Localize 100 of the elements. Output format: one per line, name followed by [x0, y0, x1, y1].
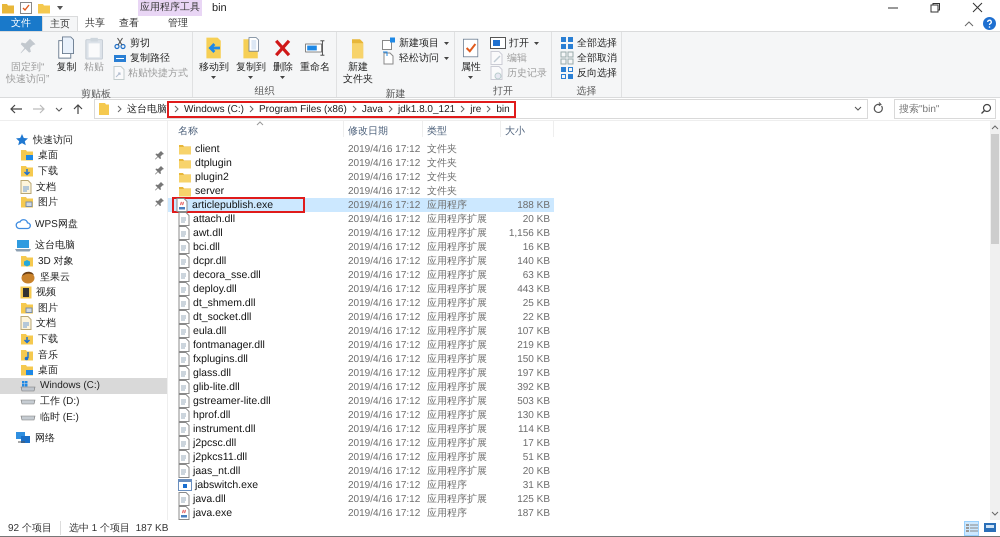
file-name[interactable]: attach.dll [193, 213, 236, 225]
file-row[interactable]: java.exe 2019/4/16 17:12 应用程序 187 KB [168, 506, 554, 520]
up-icon[interactable] [71, 103, 85, 115]
ribbon-button[interactable]: 复制路径 [112, 51, 188, 65]
file-row[interactable]: instrument.dll 2019/4/16 17:12 应用程序扩展 114 KB [168, 422, 554, 436]
ribbon-button[interactable]: 反向选择 [560, 66, 617, 80]
ribbon-button[interactable]: 轻松访问 [382, 51, 450, 65]
ribbon-tab[interactable]: 文件 [0, 16, 42, 31]
file-name[interactable]: jaas_nt.dll [193, 465, 240, 477]
sidebar-item[interactable]: 文档 [0, 316, 167, 332]
breadcrumb[interactable]: jdk1.8.0_121 [398, 104, 456, 114]
ribbon-button[interactable]: 全部选择 [560, 36, 617, 50]
selected-row[interactable]: articlepublish.exe 2019/4/16 17:12 应用程序 188 KB [168, 198, 554, 212]
ribbon-button[interactable]: 移动到 [196, 35, 231, 84]
view-button[interactable] [964, 520, 979, 536]
file-name[interactable]: bci.dll [193, 241, 220, 253]
back-icon[interactable] [8, 103, 24, 115]
file-row[interactable]: fontmanager.dll 2019/4/16 17:12 应用程序扩展 219 KB [168, 338, 554, 352]
file-row[interactable]: eula.dll 2019/4/16 17:12 应用程序扩展 107 KB [168, 324, 554, 338]
file-name[interactable]: glass.dll [193, 367, 231, 379]
file-row[interactable]: server 2019/4/16 17:12 文件夹 [168, 184, 554, 198]
column-header[interactable]: 大小 [501, 121, 554, 137]
ribbon-button[interactable]: 重命名 [298, 35, 332, 84]
file-name[interactable]: deploy.dll [193, 283, 237, 295]
file-row[interactable]: java.dll 2019/4/16 17:12 应用程序扩展 125 KB [168, 492, 554, 506]
ribbon-tab[interactable]: 管理 [148, 16, 208, 31]
sidebar-item[interactable]: Windows (C:) [0, 378, 167, 394]
ribbon-button[interactable]: 新建 文件夹 [340, 35, 375, 87]
collapse-ribbon-icon[interactable] [963, 18, 975, 28]
ribbon-button[interactable]: 复制到 [234, 35, 268, 84]
file-name[interactable]: dtplugin [195, 157, 232, 169]
ribbon-button[interactable]: 剪切 [112, 36, 188, 50]
file-name[interactable]: dt_socket.dll [193, 311, 252, 323]
ribbon-tab[interactable]: 共享 [78, 16, 112, 31]
file-name[interactable]: dt_shmem.dll [193, 297, 256, 309]
sidebar-item[interactable]: 快速访问 [0, 132, 167, 148]
ribbon-tab[interactable]: 主页 [42, 16, 78, 31]
file-name[interactable]: j2pcsc.dll [193, 437, 236, 449]
breadcrumb[interactable]: Windows (C:) [184, 104, 244, 114]
sidebar-item[interactable]: 网络 [0, 430, 167, 446]
file-name[interactable]: java.exe [193, 507, 232, 519]
file-row[interactable]: dt_socket.dll 2019/4/16 17:12 应用程序扩展 22 KB [168, 310, 554, 324]
sidebar-item[interactable]: 坚果云 [0, 268, 167, 284]
file-name[interactable]: hprof.dll [193, 409, 230, 421]
file-name[interactable]: decora_sse.dll [193, 269, 261, 281]
file-row[interactable]: glass.dll 2019/4/16 17:12 应用程序扩展 197 KB [168, 366, 554, 380]
file-name[interactable]: gstreamer-lite.dll [193, 395, 271, 407]
sidebar-item[interactable]: WPS网盘 [0, 216, 167, 232]
file-row[interactable]: dcpr.dll 2019/4/16 17:12 应用程序扩展 140 KB [168, 254, 554, 268]
sidebar-item[interactable]: 工作 (D:) [0, 394, 167, 410]
search-field[interactable]: 搜索"bin" [894, 99, 996, 119]
file-row[interactable]: j2pkcs11.dll 2019/4/16 17:12 应用程序扩展 51 KB [168, 450, 554, 464]
file-name[interactable]: articlepublish.exe [192, 199, 274, 211]
file-row[interactable]: deploy.dll 2019/4/16 17:12 应用程序扩展 443 KB [168, 282, 554, 296]
sidebar-item[interactable]: 下载 [0, 163, 167, 179]
file-row[interactable]: client 2019/4/16 17:12 文件夹 [168, 142, 554, 156]
file-row[interactable]: fxplugins.dll 2019/4/16 17:12 应用程序扩展 150 KB [168, 352, 554, 366]
file-name[interactable]: plugin2 [195, 171, 229, 183]
sidebar-item[interactable]: 下载 [0, 331, 167, 347]
ribbon-button[interactable]: 复制 [54, 35, 79, 87]
sidebar-item[interactable]: 临时 (E:) [0, 409, 167, 425]
breadcrumb[interactable]: jre [470, 104, 482, 114]
column-header[interactable]: 名称 [168, 121, 344, 137]
properties-icon[interactable] [20, 2, 32, 14]
ribbon-button[interactable]: 属性 [458, 35, 483, 84]
file-name[interactable]: server [195, 185, 224, 197]
file-row[interactable]: jabswitch.exe 2019/4/16 17:12 应用程序 31 KB [168, 478, 554, 492]
breadcrumb[interactable]: bin [496, 104, 510, 114]
sidebar-item[interactable]: 3D 对象 [0, 253, 167, 269]
sidebar-item[interactable]: 桌面 [0, 362, 167, 378]
file-row[interactable]: plugin2 2019/4/16 17:12 文件夹 [168, 170, 554, 184]
file-row[interactable]: bci.dll 2019/4/16 17:12 应用程序扩展 16 KB [168, 240, 554, 254]
file-name[interactable]: jabswitch.exe [195, 479, 258, 491]
file-row[interactable]: dtplugin 2019/4/16 17:12 文件夹 [168, 156, 554, 170]
file-name[interactable]: j2pkcs11.dll [193, 451, 248, 463]
scrollbar[interactable] [990, 121, 1000, 520]
ribbon-button[interactable]: 全部取消 [560, 51, 617, 65]
caret-icon[interactable] [56, 5, 64, 11]
scrollbar-thumb[interactable] [991, 134, 999, 244]
breadcrumb[interactable]: 这台电脑 [127, 102, 167, 116]
file-row[interactable]: decora_sse.dll 2019/4/16 17:12 应用程序扩展 63 KB [168, 268, 554, 282]
sidebar-item[interactable]: 这台电脑 [0, 238, 167, 254]
file-row[interactable]: awt.dll 2019/4/16 17:12 应用程序扩展 1,156 KB [168, 226, 554, 240]
address-field[interactable]: 这台电脑 Windows (C:) Program Files (x86) Java jdk1.8.0_121 jre bin [94, 99, 868, 119]
file-row[interactable]: glib-lite.dll 2019/4/16 17:12 应用程序扩展 392 KB [168, 380, 554, 394]
file-name[interactable]: client [195, 143, 220, 155]
sidebar-item[interactable]: 图片 [0, 300, 167, 316]
ribbon-button[interactable]: 删除 [270, 35, 295, 84]
file-row[interactable]: gstreamer-lite.dll 2019/4/16 17:12 应用程序扩展 503 KB [168, 394, 554, 408]
file-row[interactable]: attach.dll 2019/4/16 17:12 应用程序扩展 20 KB [168, 212, 554, 226]
ribbon-button[interactable]: 打开 [490, 36, 547, 50]
help-icon[interactable] [983, 17, 996, 30]
ribbon-tab[interactable]: 查看 [112, 16, 146, 31]
file-row[interactable]: jaas_nt.dll 2019/4/16 17:12 应用程序扩展 20 KB [168, 464, 554, 478]
sidebar-item[interactable]: 桌面 [0, 148, 167, 164]
column-header[interactable]: 修改日期 [344, 121, 423, 137]
sidebar-item[interactable]: 视频 [0, 284, 167, 300]
file-name[interactable]: dcpr.dll [193, 255, 226, 267]
file-name[interactable]: instrument.dll [193, 423, 256, 435]
sidebar-item[interactable]: 文档 [0, 178, 167, 194]
